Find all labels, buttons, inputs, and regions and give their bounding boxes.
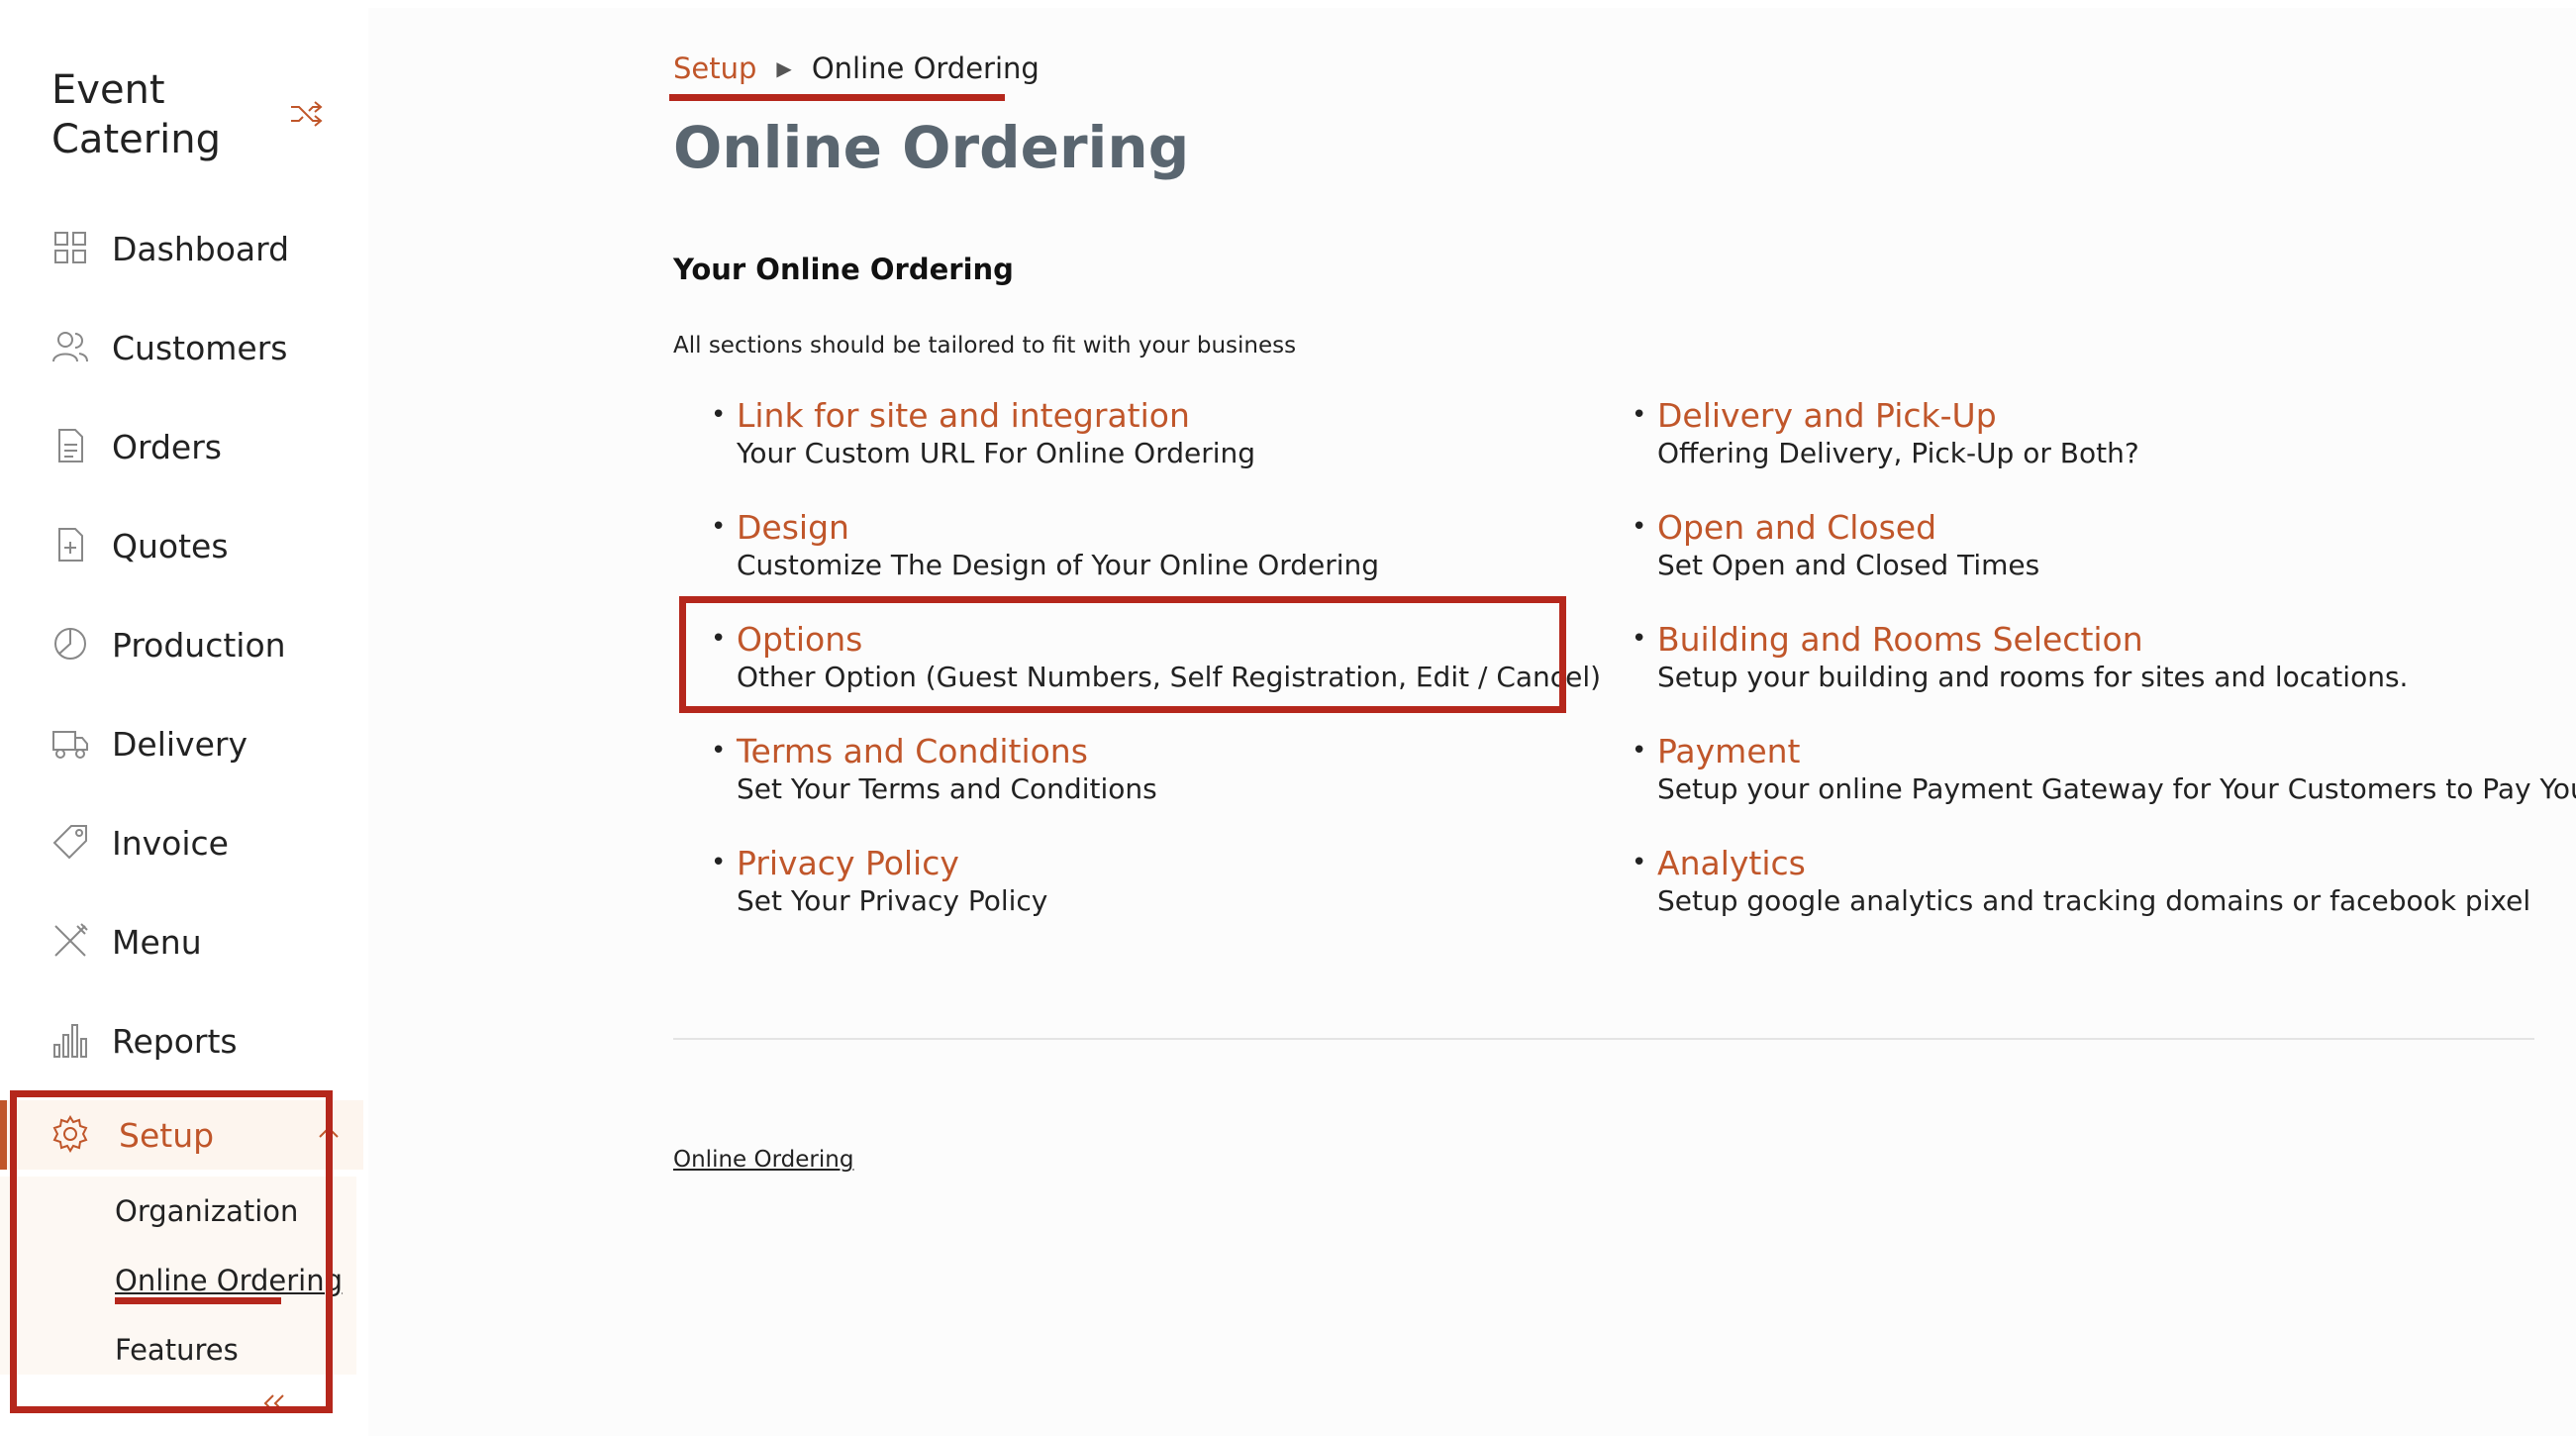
highlight-underline-breadcrumb [669, 94, 1005, 101]
users-icon [52, 332, 88, 362]
option-description: Set Your Privacy Policy [737, 884, 1048, 917]
option-terms: • Terms and Conditions Set Your Terms an… [711, 732, 1157, 807]
option-link[interactable]: Analytics [1657, 844, 2530, 883]
brand-line-1: Event [51, 67, 165, 113]
option-description: Customize The Design of Your Online Orde… [737, 549, 1380, 581]
sidebar-item-label: Dashboard [112, 229, 290, 268]
breadcrumb-link-setup[interactable]: Setup [673, 51, 756, 85]
sidebar-item-label: Reports [112, 1021, 238, 1061]
option-link[interactable]: Terms and Conditions [737, 732, 1157, 771]
bullet-icon: • [711, 848, 727, 877]
highlight-box-setup-menu [10, 1090, 333, 1413]
option-link[interactable]: Payment [1657, 732, 2576, 771]
page-title: Online Ordering [673, 114, 1190, 181]
option-link[interactable]: Open and Closed [1657, 508, 2039, 548]
option-privacy: • Privacy Policy Set Your Privacy Policy [711, 844, 1048, 919]
sidebar-item-orders[interactable]: Orders [0, 412, 356, 481]
bar-chart-icon [53, 1024, 87, 1058]
shuffle-icon[interactable] [289, 99, 325, 129]
sidebar-item-label: Invoice [112, 823, 229, 863]
brand-line-2: Catering [51, 117, 222, 162]
tag-icon [52, 825, 87, 860]
breadcrumb: Setup ▶ Online Ordering [673, 51, 1040, 85]
option-delivery-pickup: • Delivery and Pick-Up Offering Delivery… [1632, 396, 2139, 471]
option-link[interactable]: Privacy Policy [737, 844, 1047, 883]
option-link[interactable]: Building and Rooms Selection [1657, 620, 2408, 660]
truck-icon [52, 731, 88, 759]
option-link[interactable]: Delivery and Pick-Up [1657, 396, 2139, 436]
section-title: Your Online Ordering [673, 253, 1014, 286]
sidebar: Event Catering Dashboard Customers Order… [0, 8, 368, 1436]
bullet-icon: • [711, 512, 727, 542]
bullet-icon: • [711, 736, 727, 766]
sidebar-item-label: Quotes [112, 526, 229, 565]
option-description: Setup your online Payment Gateway for Yo… [1657, 772, 2576, 805]
sidebar-item-label: Delivery [112, 724, 248, 764]
sidebar-item-label: Orders [112, 427, 222, 466]
highlight-box-options [679, 596, 1566, 713]
breadcrumb-current: Online Ordering [811, 51, 1040, 85]
bullet-icon: • [711, 400, 727, 430]
grid-icon [54, 232, 86, 263]
option-analytics: • Analytics Setup google analytics and t… [1632, 844, 2531, 919]
bullet-icon: • [1632, 736, 1647, 766]
top-strip [0, 0, 2576, 8]
breadcrumb-separator-icon: ▶ [776, 56, 792, 80]
document-icon [58, 429, 83, 462]
sidebar-item-label: Customers [112, 328, 288, 367]
document-plus-icon [58, 528, 83, 562]
option-open-closed: • Open and Closed Set Open and Closed Ti… [1632, 508, 2040, 583]
sidebar-item-reports[interactable]: Reports [0, 1006, 356, 1076]
option-description: Setup google analytics and tracking doma… [1657, 884, 2531, 917]
footer-link-online-ordering[interactable]: Online Ordering [673, 1147, 853, 1173]
sidebar-item-menu[interactable]: Menu [0, 907, 356, 976]
option-description: Set Open and Closed Times [1657, 549, 2040, 581]
option-description: Offering Delivery, Pick-Up or Both? [1657, 437, 2139, 469]
option-description: Your Custom URL For Online Ordering [737, 437, 1256, 469]
pie-icon [54, 628, 86, 660]
sidebar-item-quotes[interactable]: Quotes [0, 511, 356, 580]
main-content [368, 8, 2576, 1436]
sidebar-item-label: Menu [112, 922, 202, 962]
sidebar-item-label: Production [112, 625, 286, 665]
option-link-for-site: • Link for site and integration Your Cus… [711, 396, 1256, 471]
sidebar-item-dashboard[interactable]: Dashboard [0, 214, 356, 283]
bullet-icon: • [1632, 624, 1647, 654]
option-description: Set Your Terms and Conditions [737, 772, 1157, 805]
option-description: Setup your building and rooms for sites … [1657, 661, 2409, 693]
option-design: • Design Customize The Design of Your On… [711, 508, 1380, 583]
divider [673, 1038, 2534, 1040]
sidebar-item-customers[interactable]: Customers [0, 313, 356, 382]
bullet-icon: • [1632, 848, 1647, 877]
section-description: All sections should be tailored to fit w… [673, 333, 1297, 359]
sidebar-item-production[interactable]: Production [0, 610, 356, 679]
option-link[interactable]: Link for site and integration [737, 396, 1255, 436]
bullet-icon: • [1632, 400, 1647, 430]
utensils-icon [54, 923, 88, 957]
sidebar-item-invoice[interactable]: Invoice [0, 808, 356, 877]
brand-title: Event Catering [51, 65, 221, 164]
option-building-rooms: • Building and Rooms Selection Setup you… [1632, 620, 2409, 695]
bullet-icon: • [1632, 512, 1647, 542]
sidebar-item-delivery[interactable]: Delivery [0, 709, 356, 778]
option-payment: • Payment Setup your online Payment Gate… [1632, 732, 2576, 807]
option-link[interactable]: Design [737, 508, 1379, 548]
